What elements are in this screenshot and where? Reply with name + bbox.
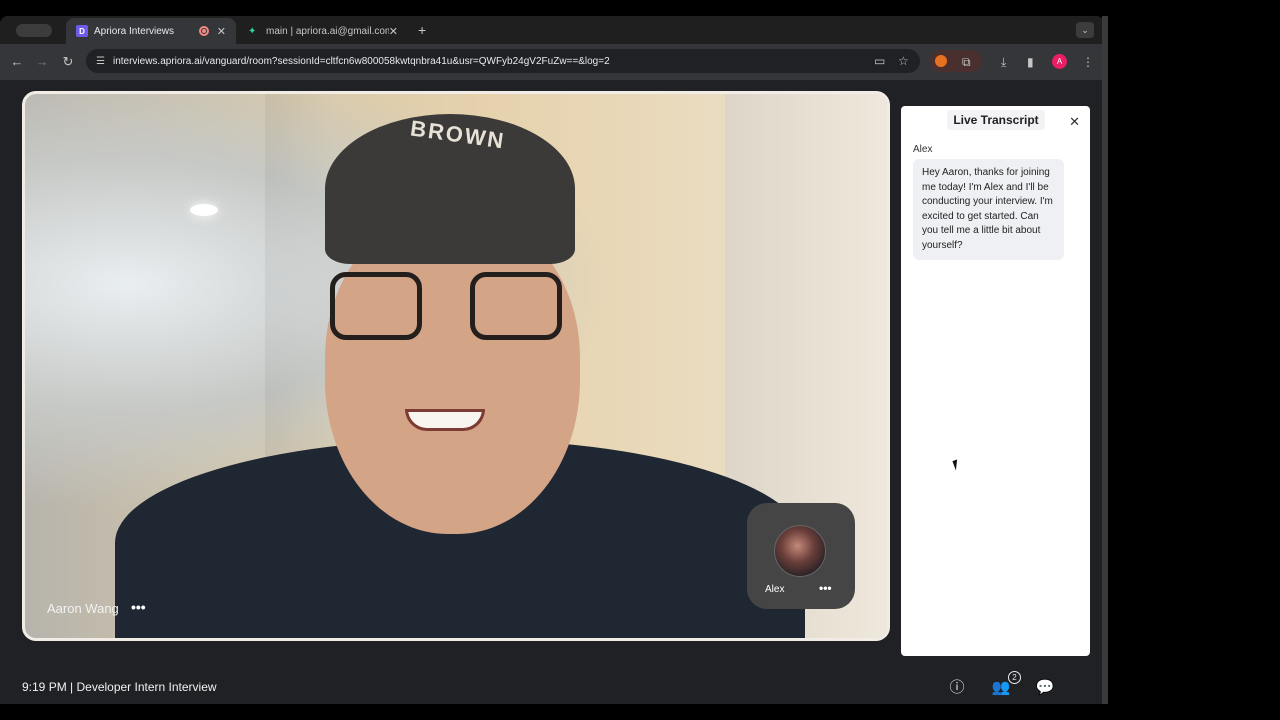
profile-avatar[interactable]: A [1052,54,1067,69]
site-settings-icon[interactable]: ☰ [96,56,105,67]
live-transcript-panel: Live Transcript ✕ Alex Hey Aaron, thanks… [901,106,1090,656]
browser-window: D Apriora Interviews ✕ ✦ main | apriora.… [0,16,1104,704]
tab-title: main | apriora.ai@gmail.com [266,25,389,37]
glasses-right-lens [470,272,562,340]
extensions-puzzle-icon[interactable]: ⧉ [962,55,971,70]
ceiling-light [190,204,218,216]
interview-room: BROWN Aaron Wang ••• Alex ••• Live Trans… [0,80,1104,704]
side-panel-icon[interactable]: ▮ [1027,55,1034,69]
new-tab-icon[interactable]: + [418,22,426,38]
transcript-title: Live Transcript [947,110,1045,130]
download-icon[interactable]: ⤓ [1001,55,1006,70]
pip-video-alex[interactable]: Alex ••• [747,503,855,609]
browser-toolbar: ← → ↻ ☰ interviews.apriora.ai/vanguard/r… [0,44,1104,80]
participants-count-badge: 2 [1008,671,1021,684]
transcript-message: Hey Aaron, thanks for joining me today! … [913,159,1064,260]
participants-icon[interactable]: 👥 [991,678,1011,698]
tab-main-gmail[interactable]: ✦ main | apriora.ai@gmail.com ✕ [238,18,408,44]
pip-options-icon[interactable]: ••• [819,581,832,595]
sparkle-favicon-icon: ✦ [248,25,257,37]
tab-strip: D Apriora Interviews ✕ ✦ main | apriora.… [0,16,1104,44]
window-controls[interactable] [16,24,52,37]
reload-icon[interactable]: ↻ [60,54,76,70]
forward-icon[interactable]: → [34,54,50,69]
tab-apriora-interviews[interactable]: D Apriora Interviews ✕ [66,18,236,44]
apriora-favicon-icon: D [76,25,88,37]
chat-icon[interactable]: 💬 [1035,678,1055,698]
tab-title: Apriora Interviews [94,25,175,37]
transcript-speaker: Alex [913,144,933,155]
pip-avatar [774,525,826,577]
close-tab-icon[interactable]: ✕ [389,25,398,38]
participant-name-label: Aaron Wang [47,601,119,616]
participant-options-icon[interactable]: ••• [131,599,146,615]
pip-name-label: Alex [765,584,785,595]
glasses-left-lens [330,272,422,340]
close-icon[interactable]: ✕ [1069,114,1080,130]
brave-extension-icon[interactable] [935,55,947,67]
tab-search-icon[interactable]: ⌄ [1076,22,1094,38]
back-icon[interactable]: ← [9,54,25,69]
address-bar[interactable]: ☰ interviews.apriora.ai/vanguard/room?se… [86,49,920,73]
main-video-feed: BROWN Aaron Wang ••• Alex ••• [22,91,890,641]
menu-kebab-icon[interactable]: ⋮ [1082,55,1094,69]
info-icon[interactable]: ⓘ [947,678,967,698]
bookmark-star-icon[interactable]: ☆ [898,54,909,68]
close-tab-icon[interactable]: ✕ [217,25,226,38]
window-edge [1102,16,1108,704]
camera-icon[interactable]: ▭ [874,54,885,68]
recording-icon [198,26,209,36]
mouth [405,409,485,431]
meeting-info-text: 9:19 PM | Developer Intern Interview [22,680,217,694]
url-text: interviews.apriora.ai/vanguard/room?sess… [112,55,610,67]
